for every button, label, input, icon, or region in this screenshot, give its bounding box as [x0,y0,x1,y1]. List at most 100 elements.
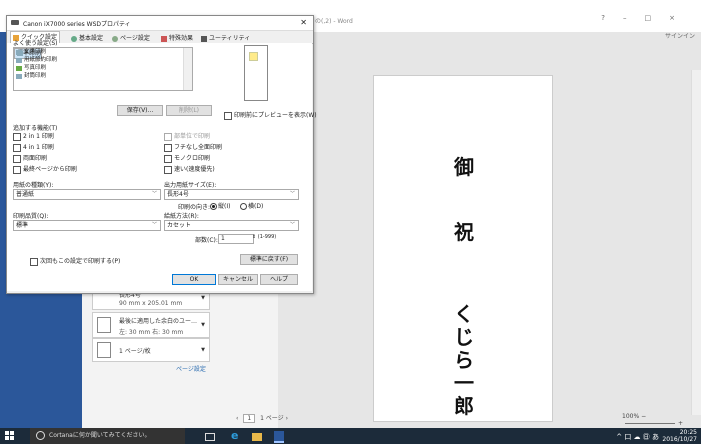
list-item[interactable]: 写真印刷 [14,64,192,72]
chevron-down-icon: ▼ [201,295,205,301]
cortana-icon [36,431,45,440]
list-item[interactable]: 用紙節約印刷 [14,56,192,64]
chevron-down-icon: ﹀ [289,222,295,228]
defaults-button[interactable]: 標準に戻す(F) [240,254,298,265]
checkbox-box [164,165,172,174]
preview-scrollbar[interactable] [691,70,701,415]
checkbox-fast[interactable]: 速い(速度優先) [164,164,215,174]
list-item[interactable]: 封筒印刷 [14,72,192,80]
cancel-button[interactable]: キャンセル [218,274,258,285]
prev-page-icon[interactable]: ‹ [236,415,238,422]
next-page-icon[interactable]: › [286,415,288,422]
checkbox-box [224,111,232,120]
maintenance-icon [201,35,207,42]
clock[interactable]: 20:25 2016/10/27 [662,429,697,443]
page-setup-icon [112,35,118,42]
always-print-with-settings-checkbox[interactable]: 次回もこの設定で印刷する(P) [30,256,120,266]
signin-link[interactable]: サインイン [665,31,695,40]
preview-before-print-checkbox[interactable]: 印刷前にプレビューを表示(W) [224,110,317,120]
file-explorer-icon[interactable] [252,433,262,441]
effects-icon [161,35,167,42]
help-icon[interactable]: ? [601,14,623,22]
delete-button[interactable]: 削除(L) [166,105,212,116]
copies-label: 部数(C): [195,237,218,244]
margins-select[interactable]: 最後に適用した余白のユー… 左: 30 mm 右: 30 mm ▼ [92,312,210,338]
print-quality-label: 印刷品質(Q): [13,213,49,220]
paper-size-select[interactable]: 長形4号 ﹀ [164,189,299,200]
print-preview-page: 御 祝 く じ ら 一 郎 [373,75,553,422]
checkbox-4in1[interactable]: 4 in 1 印刷 [13,142,54,152]
checkbox-reverse-order[interactable]: 最終ページから印刷 [13,164,77,174]
edge-icon[interactable]: e [231,429,241,442]
help-button[interactable]: ヘルプ [260,274,298,285]
page-setup-link[interactable]: ページ設定 [176,364,206,373]
printer-icon [11,20,19,25]
favorites-list[interactable]: 標準印刷 文書印刷 用紙節約印刷 写真印刷 封筒印刷 [13,47,193,91]
zoom-out-icon[interactable]: − [641,413,646,420]
zoom-level: 100% [622,413,640,420]
paper-preview [244,45,268,101]
orientation-landscape-radio[interactable]: 横(D) [240,201,263,210]
ok-button[interactable]: OK [172,274,216,285]
pages-per-sheet-select[interactable]: 1 ページ/枚 ▼ [92,338,210,362]
favorite-icon [16,66,22,71]
checkbox-box [13,154,21,163]
zoom-slider[interactable] [625,423,675,424]
checkbox-borderless[interactable]: フチなし全面印刷 [164,142,222,152]
close-icon[interactable]: ✕ [300,18,307,27]
paper-type-select[interactable]: 普通紙 ﹀ [13,189,161,200]
task-view-icon[interactable] [205,433,215,441]
cortana-search-bar[interactable]: Cortanaに何か聞いてみてください。 [30,428,185,444]
word-window-buttons[interactable]: ?–□× [601,14,693,22]
checkbox-2in1[interactable]: 2 in 1 印刷 [13,131,54,141]
tab-label: ユーティリティ [209,35,251,42]
paper-source-select[interactable]: カセット ﹀ [164,220,299,231]
copies-input[interactable]: 1 [218,234,254,244]
favorites-label: よく使う設定(S) [13,40,58,47]
chevron-down-icon: ▼ [201,322,205,328]
tab-page-setup[interactable]: ページ設定 [110,33,152,42]
paper-size-label: 出力用紙サイズ(E): [164,182,217,189]
checkbox-label: 次回もこの設定で印刷する(P) [40,258,121,265]
save-button[interactable]: 保存(V)... [117,105,163,116]
print-quality-value: 標準 [16,222,29,229]
tab-main[interactable]: 基本設定 [69,33,105,42]
list-item-label: 封筒印刷 [24,73,47,79]
zoom-in-icon[interactable]: + [678,420,683,427]
chevron-down-icon: ﹀ [151,222,157,228]
envelope-size-dims: 90 mm x 205.01 mm [119,300,183,307]
spin-icon[interactable]: ⇕ [252,234,256,240]
radio-icon [240,203,247,210]
maximize-icon[interactable]: □ [645,14,670,22]
checkbox-label: 2 in 1 印刷 [23,133,54,140]
close-icon[interactable]: × [669,14,693,22]
tab-effects[interactable]: 特殊効果 [159,33,195,42]
checkbox-box [13,165,21,174]
doc-char: 郎 [454,394,474,418]
minimize-icon[interactable]: – [623,14,645,22]
windows-start-icon[interactable] [5,431,15,441]
stamp-icon [249,52,258,61]
list-item[interactable]: 文書印刷 [14,48,192,56]
tab-maintenance[interactable]: ユーティリティ [199,33,252,42]
copies-stepper[interactable]: ⇕ (1-999) [252,234,276,240]
checkbox-label: 印刷前にプレビューを表示(W) [234,112,317,119]
checkbox-box [13,143,21,152]
doc-char: 祝 [454,220,474,244]
checkbox-collate[interactable]: 部単位で印刷 [164,131,210,141]
word-taskbar-icon[interactable] [274,431,284,443]
favorite-icon [16,58,22,63]
print-quality-select[interactable]: 標準 ﹀ [13,220,161,231]
tab-label: ページ設定 [120,35,150,42]
checkbox-duplex[interactable]: 両面印刷 [13,153,47,163]
list-scrollbar[interactable] [183,48,192,90]
page-number-input[interactable]: 1 [243,414,256,423]
dialog-title: Canon iX7000 series WSDプロパティ [23,21,131,28]
margins-name: 最後に適用した余白のユー… [119,318,198,325]
system-tray-icons[interactable]: ^ 口 ☁ ㊐ あ [616,432,659,442]
checkbox-grayscale[interactable]: モノクロ印刷 [164,153,210,163]
margins-icon [97,317,111,333]
pages-per-sheet-value: 1 ページ/枚 [119,348,151,355]
paper-type-value: 普通紙 [16,191,35,198]
orientation-portrait-radio[interactable]: 縦(I) [210,201,230,210]
